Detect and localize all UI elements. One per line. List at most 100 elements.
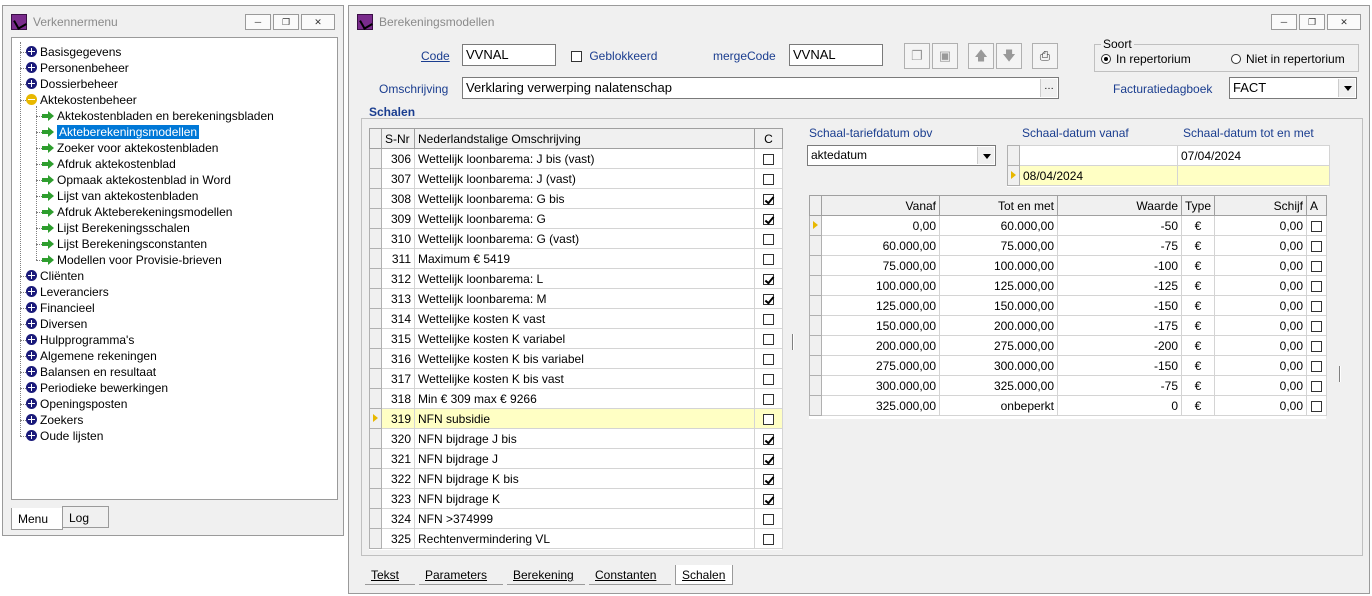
- totenmet-cell[interactable]: 325.000,00: [939, 375, 1058, 396]
- row-indicator[interactable]: [1007, 165, 1020, 186]
- c-cell[interactable]: [754, 348, 783, 369]
- type-cell[interactable]: €: [1181, 275, 1215, 296]
- row-indicator[interactable]: [369, 308, 382, 329]
- table-row[interactable]: 322 NFN bijdrage K bis: [369, 468, 783, 489]
- menu-window-titlebar[interactable]: Verkennermenu ─ ❐ ✕: [3, 6, 343, 36]
- c-checkbox[interactable]: [763, 253, 774, 265]
- expand-plus-icon[interactable]: [26, 430, 37, 441]
- snr-cell[interactable]: 322: [381, 468, 415, 489]
- minimize-button[interactable]: ─: [245, 14, 271, 30]
- a-cell[interactable]: [1306, 355, 1327, 376]
- tree-item[interactable]: Aktekostenbeheer: [26, 92, 137, 108]
- a-checkbox[interactable]: [1311, 360, 1322, 372]
- omschrijving-cell[interactable]: NFN bijdrage K bis: [414, 468, 755, 489]
- close-button[interactable]: ✕: [301, 14, 335, 30]
- waarde-cell[interactable]: -150: [1057, 295, 1182, 316]
- move-down-button[interactable]: 🡇: [996, 43, 1022, 69]
- snr-cell[interactable]: 311: [381, 248, 415, 269]
- restore-button[interactable]: ❐: [1299, 14, 1325, 30]
- table-row[interactable]: 0,00 60.000,00 -50 €0,00: [809, 215, 1327, 236]
- totenmet-cell[interactable]: 100.000,00: [939, 255, 1058, 276]
- c-cell[interactable]: [754, 428, 783, 449]
- tree-item[interactable]: Lijst van aktekostenbladen: [42, 188, 198, 204]
- waarde-cell[interactable]: -50: [1057, 215, 1182, 236]
- a-checkbox[interactable]: [1311, 400, 1322, 412]
- type-cell[interactable]: €: [1181, 335, 1215, 356]
- vanaf-header[interactable]: Vanaf: [821, 195, 940, 216]
- c-cell[interactable]: [754, 188, 783, 209]
- snr-cell[interactable]: 312: [381, 268, 415, 289]
- tree-item[interactable]: Lijst Berekeningsschalen: [42, 220, 190, 236]
- table-row[interactable]: 07/04/2024: [1007, 145, 1330, 166]
- c-checkbox[interactable]: [763, 293, 774, 305]
- schijf-cell[interactable]: 0,00: [1214, 375, 1307, 396]
- tree-item[interactable]: Aktekostenbladen en berekeningsbladen: [42, 108, 274, 124]
- row-indicator[interactable]: [369, 248, 382, 269]
- waarde-cell[interactable]: -75: [1057, 375, 1182, 396]
- vanaf-cell[interactable]: 325.000,00: [821, 395, 940, 416]
- table-row[interactable]: 316 Wettelijke kosten K bis variabel: [369, 348, 783, 369]
- row-indicator[interactable]: [369, 168, 382, 189]
- totenmet-cell[interactable]: onbeperkt: [939, 395, 1058, 416]
- omschrijving-cell[interactable]: NFN >374999: [414, 508, 755, 529]
- table-row[interactable]: 75.000,00 100.000,00 -100 €0,00: [809, 255, 1327, 276]
- tariefdatum-select[interactable]: aktedatum: [807, 145, 996, 166]
- omschrijving-cell[interactable]: Rechtenvermindering VL: [414, 528, 755, 549]
- snr-cell[interactable]: 313: [381, 288, 415, 309]
- expand-plus-icon[interactable]: [26, 414, 37, 425]
- tree-item[interactable]: Akteberekeningsmodellen: [42, 124, 200, 140]
- schijf-cell[interactable]: 0,00: [1214, 355, 1307, 376]
- expand-plus-icon[interactable]: [26, 382, 37, 393]
- c-cell[interactable]: [754, 168, 783, 189]
- paste-button[interactable]: ▣: [932, 43, 958, 69]
- datum-tot-cell[interactable]: [1177, 165, 1330, 186]
- c-checkbox[interactable]: [763, 173, 774, 185]
- totenmet-cell[interactable]: 125.000,00: [939, 275, 1058, 296]
- schijf-cell[interactable]: 0,00: [1214, 315, 1307, 336]
- expand-plus-icon[interactable]: [26, 334, 37, 345]
- schijf-cell[interactable]: 0,00: [1214, 275, 1307, 296]
- c-checkbox[interactable]: [763, 333, 774, 345]
- c-cell[interactable]: [754, 408, 783, 429]
- row-indicator[interactable]: [809, 235, 822, 256]
- c-cell[interactable]: [754, 248, 783, 269]
- type-cell[interactable]: €: [1181, 315, 1215, 336]
- c-cell[interactable]: [754, 468, 783, 489]
- c-cell[interactable]: [754, 268, 783, 289]
- a-cell[interactable]: [1306, 335, 1327, 356]
- expand-plus-icon[interactable]: [26, 350, 37, 361]
- waarde-cell[interactable]: 0: [1057, 395, 1182, 416]
- waarde-header[interactable]: Waarde: [1057, 195, 1182, 216]
- tab-berekening[interactable]: Berekening: [507, 565, 585, 585]
- chevron-down-icon[interactable]: [1338, 79, 1355, 97]
- table-row[interactable]: 310 Wettelijk loonbarema: G (vast): [369, 228, 783, 249]
- radio-in-repertorium[interactable]: In repertorium: [1101, 52, 1191, 66]
- geblokkeerd-check-box[interactable]: [571, 51, 582, 63]
- c-cell[interactable]: [754, 448, 783, 469]
- a-cell[interactable]: [1306, 235, 1327, 256]
- expand-plus-icon[interactable]: [26, 318, 37, 329]
- omschrijving-cell[interactable]: NFN bijdrage J: [414, 448, 755, 469]
- omschrijving-cell[interactable]: NFN bijdrage J bis: [414, 428, 755, 449]
- table-row[interactable]: 318 Min € 309 max € 9266: [369, 388, 783, 409]
- radio-niet-in-repertorium[interactable]: Niet in repertorium: [1231, 52, 1345, 66]
- table-row[interactable]: 08/04/2024: [1007, 165, 1330, 186]
- c-cell[interactable]: [754, 148, 783, 169]
- tab-menu[interactable]: Menu: [11, 508, 63, 530]
- tab-log[interactable]: Log: [62, 506, 109, 528]
- row-indicator[interactable]: [809, 395, 822, 416]
- table-row[interactable]: 306 Wettelijk loonbarema: J bis (vast): [369, 148, 783, 169]
- tab-schalen[interactable]: Schalen: [675, 565, 733, 585]
- c-cell[interactable]: [754, 308, 783, 329]
- snr-cell[interactable]: 307: [381, 168, 415, 189]
- totenmet-header[interactable]: Tot en met: [939, 195, 1058, 216]
- geblokkeerd-checkbox[interactable]: Geblokkeerd: [571, 49, 657, 63]
- omschrijving-cell[interactable]: Wettelijk loonbarema: J bis (vast): [414, 148, 755, 169]
- tree-item[interactable]: Hulpprogramma's: [26, 332, 134, 348]
- snr-cell[interactable]: 320: [381, 428, 415, 449]
- type-cell[interactable]: €: [1181, 215, 1215, 236]
- code-input[interactable]: VVNAL: [462, 44, 556, 66]
- tab-tekst[interactable]: Tekst: [365, 565, 415, 585]
- snr-cell[interactable]: 323: [381, 488, 415, 509]
- table-row[interactable]: 300.000,00 325.000,00 -75 €0,00: [809, 375, 1327, 396]
